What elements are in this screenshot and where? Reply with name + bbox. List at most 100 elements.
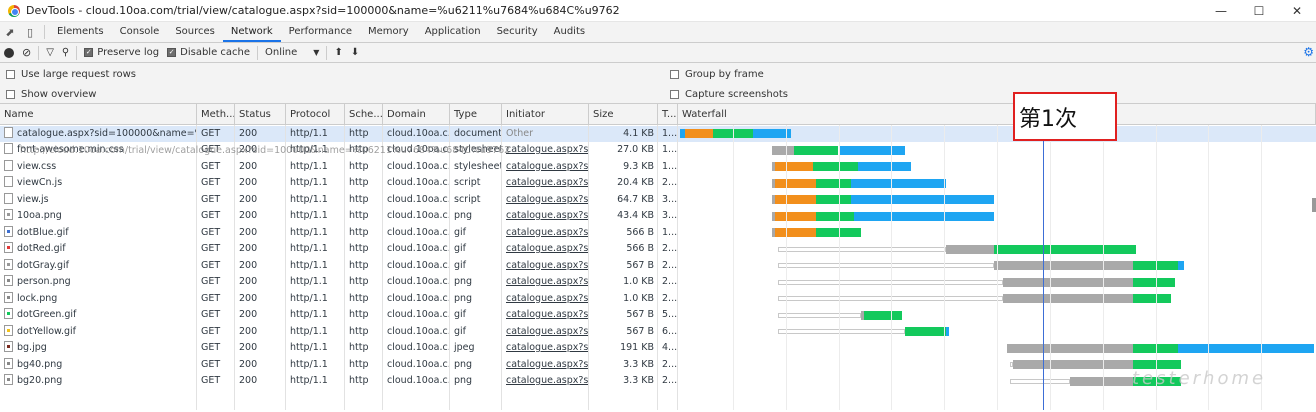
cell-time: 2... xyxy=(662,375,678,386)
cell-initiator[interactable]: catalogue.aspx?si... xyxy=(502,357,589,374)
waterfall-bar-segment xyxy=(1069,376,1134,386)
tab-audits[interactable]: Audits xyxy=(546,22,593,42)
image-file-icon xyxy=(4,291,13,303)
column-header-time[interactable]: T... xyxy=(658,104,678,125)
column-header-initiator[interactable]: Initiator xyxy=(502,104,589,125)
cell-time: 2... xyxy=(662,276,678,287)
column-header-domain[interactable]: Domain xyxy=(383,104,450,125)
table-row[interactable]: catalogue.aspx?sid=100000&name=%u... GET 2… xyxy=(0,125,1316,142)
table-row[interactable]: view.js GET 200 http/1.1 http cloud.10oa.c...… xyxy=(0,192,1316,209)
cell-initiator[interactable]: catalogue.aspx?si... xyxy=(502,307,589,324)
column-header-waterfall[interactable]: Waterfall xyxy=(678,104,1316,125)
tab-sources[interactable]: Sources xyxy=(167,22,223,42)
tab-elements[interactable]: Elements xyxy=(49,22,112,42)
minimize-icon[interactable]: — xyxy=(1202,0,1240,22)
table-row[interactable]: bg20.png GET 200 http/1.1 http cloud.10oa.c..… xyxy=(0,373,1316,390)
column-header-method[interactable]: Meth... xyxy=(197,104,235,125)
table-row[interactable]: person.png GET 200 http/1.1 http cloud.10oa.c… xyxy=(0,274,1316,291)
cell-size: 566 B xyxy=(626,226,654,238)
column-header-status[interactable]: Status xyxy=(235,104,286,125)
record-button[interactable] xyxy=(0,43,18,63)
cell-method: GET xyxy=(201,375,221,386)
request-name: bg20.png xyxy=(17,375,63,386)
cell-initiator[interactable]: catalogue.aspx?si... xyxy=(502,340,589,357)
request-name: dotGreen.gif xyxy=(17,309,77,320)
clear-button[interactable]: ⊘ xyxy=(18,43,35,63)
cell-size: 1.0 KB xyxy=(623,276,654,287)
import-har-button[interactable]: ⬆ xyxy=(330,43,346,63)
cell-type: document xyxy=(454,127,502,139)
tab-network[interactable]: Network xyxy=(222,22,281,42)
cell-initiator[interactable]: catalogue.aspx?si... xyxy=(502,159,589,176)
waterfall-bar-segment xyxy=(775,211,817,221)
cell-initiator[interactable]: catalogue.aspx?si... xyxy=(502,324,589,341)
table-row[interactable]: view.css GET 200 http/1.1 http cloud.10oa.c..… xyxy=(0,159,1316,176)
table-row[interactable]: dotYellow.gif GET 200 http/1.1 http cloud.10o… xyxy=(0,324,1316,341)
tab-performance[interactable]: Performance xyxy=(281,22,360,42)
throttle-select[interactable]: Online ▼ xyxy=(261,43,323,63)
checkbox-checked-icon: ✓ xyxy=(84,48,94,57)
scrollbar-thumb[interactable] xyxy=(1312,198,1316,212)
tab-application[interactable]: Application xyxy=(417,22,489,42)
column-header-type[interactable]: Type xyxy=(450,104,502,125)
table-row[interactable]: dotGreen.gif GET 200 http/1.1 http cloud.10oa… xyxy=(0,307,1316,324)
cell-domain: cloud.10oa.c... xyxy=(387,210,450,221)
tab-security[interactable]: Security xyxy=(489,22,546,42)
cell-initiator[interactable]: catalogue.aspx?si... xyxy=(502,192,589,209)
export-har-button[interactable]: ⬇ xyxy=(347,43,363,63)
cell-size: 3.3 KB xyxy=(623,358,654,370)
waterfall-bar-segment xyxy=(838,145,906,155)
table-row[interactable]: dotGray.gif GET 200 http/1.1 http cloud.10oa.… xyxy=(0,258,1316,275)
show-overview-checkbox[interactable]: Show overview xyxy=(6,84,97,104)
inspect-element-icon[interactable]: ⬈ xyxy=(0,22,20,42)
table-row[interactable]: bg.jpg GET 200 http/1.1 http cloud.10oa.c... j… xyxy=(0,340,1316,357)
checkbox-icon xyxy=(670,89,679,99)
preserve-log-checkbox[interactable]: ✓ Preserve log xyxy=(80,43,163,63)
gear-icon[interactable]: ⚙ xyxy=(1303,45,1314,59)
cell-initiator[interactable]: catalogue.aspx?si... xyxy=(502,373,589,390)
maximize-icon[interactable]: ☐ xyxy=(1240,0,1278,22)
cell-initiator[interactable]: catalogue.aspx?si... xyxy=(502,175,589,192)
table-row[interactable]: dotRed.gif GET 200 http/1.1 http cloud.10oa.c… xyxy=(0,241,1316,258)
waterfall-bar-segment xyxy=(794,145,839,155)
table-row[interactable]: lock.png GET 200 http/1.1 http cloud.10oa.c..… xyxy=(0,291,1316,308)
tab-memory[interactable]: Memory xyxy=(360,22,417,42)
cell-initiator[interactable]: catalogue.aspx?si... xyxy=(502,241,589,258)
device-toolbar-icon[interactable]: ▯ xyxy=(20,22,40,42)
column-header-protocol[interactable]: Protocol xyxy=(286,104,345,125)
column-header-size[interactable]: Size xyxy=(589,104,658,125)
cell-initiator[interactable]: catalogue.aspx?si... xyxy=(502,258,589,275)
group-by-frame-checkbox[interactable]: Group by frame xyxy=(670,64,764,84)
table-row[interactable]: 10oa.png GET 200 http/1.1 http cloud.10oa.c..… xyxy=(0,208,1316,225)
cell-initiator[interactable]: catalogue.aspx?si... xyxy=(502,274,589,291)
cell-name: person.png xyxy=(0,274,197,291)
cell-domain: cloud.10oa.c... xyxy=(387,325,450,337)
table-row[interactable]: dotBlue.gif GET 200 http/1.1 http cloud.10oa.… xyxy=(0,225,1316,242)
cell-initiator[interactable]: catalogue.aspx?si... xyxy=(502,291,589,308)
close-icon[interactable]: ✕ xyxy=(1278,0,1316,22)
cell-initiator[interactable]: catalogue.aspx?si... xyxy=(502,225,589,242)
search-icon[interactable]: ⚲ xyxy=(58,43,73,63)
cell-domain: cloud.10oa.c... xyxy=(387,358,450,370)
large-rows-checkbox[interactable]: Use large request rows xyxy=(6,64,136,84)
table-row[interactable]: bg40.png GET 200 http/1.1 http cloud.10oa.c..… xyxy=(0,357,1316,374)
cell-method: GET xyxy=(201,127,221,139)
cell-initiator[interactable]: catalogue.aspx?si... xyxy=(502,142,589,159)
filter-icon[interactable]: ▽ xyxy=(42,43,58,63)
waterfall-bar-segment xyxy=(946,327,950,336)
checkbox-icon xyxy=(6,69,15,79)
tab-console[interactable]: Console xyxy=(112,22,168,42)
waterfall-gridline xyxy=(997,125,998,410)
capture-screenshots-checkbox[interactable]: Capture screenshots xyxy=(670,84,788,104)
waterfall-gridline xyxy=(1102,125,1104,410)
column-header-name[interactable]: Name xyxy=(0,104,197,125)
cell-status: 200 xyxy=(239,226,258,238)
column-header-scheme[interactable]: Sche... xyxy=(345,104,383,125)
disable-cache-checkbox[interactable]: ✓ Disable cache xyxy=(163,43,254,63)
cell-scheme: http xyxy=(349,210,369,221)
cell-initiator[interactable]: catalogue.aspx?si... xyxy=(502,208,589,225)
table-header: Name Meth... Status Protocol Sche... Domain Ty… xyxy=(0,104,1316,125)
table-row[interactable]: viewCn.js GET 200 http/1.1 http cloud.10oa.c.… xyxy=(0,175,1316,192)
waterfall-gridline xyxy=(785,125,787,410)
cell-protocol: http/1.1 xyxy=(290,276,328,287)
